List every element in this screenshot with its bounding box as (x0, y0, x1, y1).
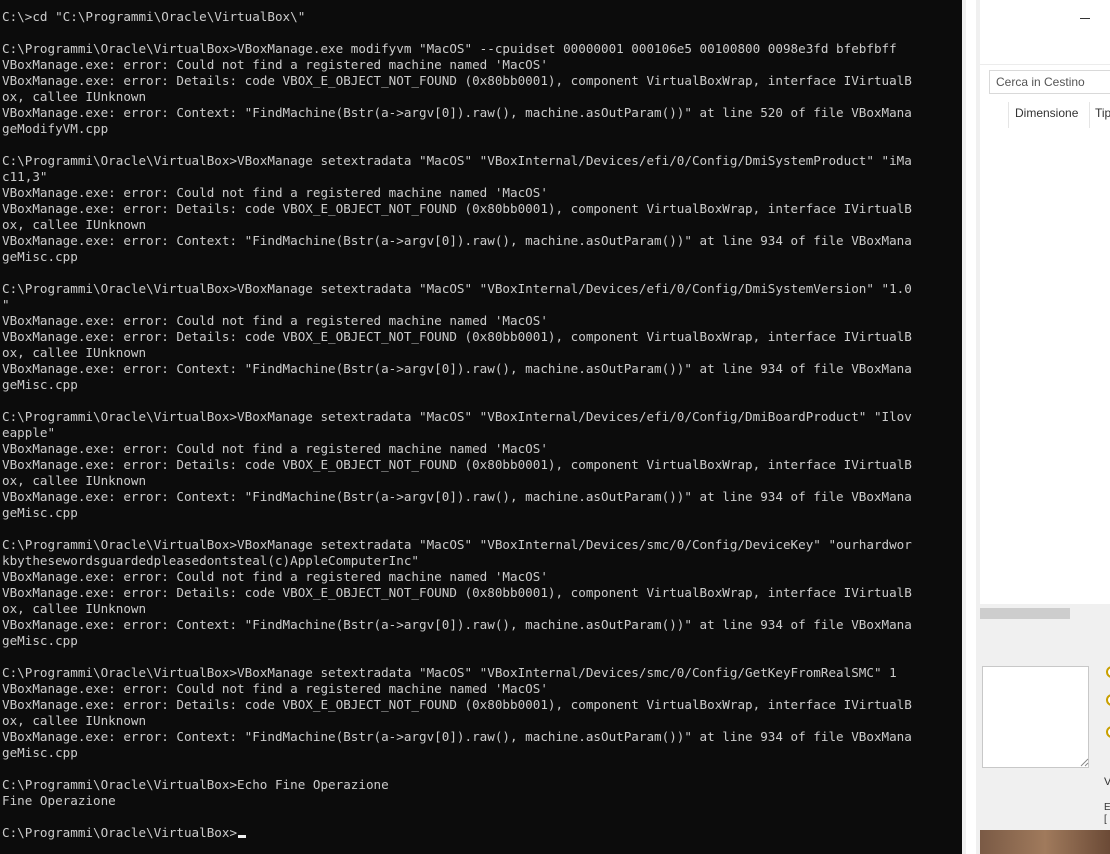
console-line: VBoxManage.exe: error: Context: "FindMac… (2, 361, 912, 376)
radio-button[interactable] (1106, 694, 1110, 706)
console-line: geMisc.cpp (2, 249, 78, 264)
console-line: VBoxManage.exe: error: Details: code VBO… (2, 329, 912, 344)
console-line: C:\>cd "C:\Programmi\Oracle\VirtualBox\" (2, 9, 306, 24)
console-line: VBoxManage.exe: error: Could not find a … (2, 569, 548, 584)
console-line: geMisc.cpp (2, 377, 78, 392)
console-line: VBoxManage.exe: error: Context: "FindMac… (2, 729, 912, 744)
console-line: VBoxManage.exe: error: Details: code VBO… (2, 201, 912, 216)
console-line: ox, callee IUnknown (2, 345, 147, 360)
console-line: geMisc.cpp (2, 745, 78, 760)
panel-label: V (1104, 776, 1110, 788)
status-bar (980, 621, 1110, 662)
console-line: VBoxManage.exe: error: Details: code VBO… (2, 457, 912, 472)
console-line: c11,3" (2, 169, 48, 184)
radio-button[interactable] (1106, 726, 1110, 738)
horizontal-scrollbar-thumb[interactable] (980, 608, 1070, 619)
console-line: VBoxManage.exe: error: Could not find a … (2, 681, 548, 696)
console-line: VBoxManage.exe: error: Details: code VBO… (2, 585, 912, 600)
console-line: VBoxManage.exe: error: Details: code VBO… (2, 73, 912, 88)
text-area[interactable] (982, 666, 1089, 768)
console-line: C:\Programmi\Oracle\VirtualBox>VBoxManag… (2, 41, 897, 56)
column-header-size[interactable]: Dimensione (1015, 106, 1078, 120)
dialog-panel: V E [ (980, 662, 1110, 830)
column-divider[interactable] (1089, 102, 1090, 128)
column-divider[interactable] (1008, 102, 1009, 128)
command-prompt-window[interactable]: C:\>cd "C:\Programmi\Oracle\VirtualBox\"… (0, 0, 962, 854)
console-line: ox, callee IUnknown (2, 217, 147, 232)
console-line: ox, callee IUnknown (2, 473, 147, 488)
column-header-row: Dimensione Tipo (980, 100, 1110, 128)
console-line: C:\Programmi\Oracle\VirtualBox>VBoxManag… (2, 537, 912, 552)
console-line: kbythesewordsguardedpleasedontsteal(c)Ap… (2, 553, 420, 568)
console-line: geMisc.cpp (2, 505, 78, 520)
file-explorer-window: Cerca in Cestino Dimensione Tipo (980, 0, 1110, 662)
console-line: VBoxManage.exe: error: Could not find a … (2, 57, 548, 72)
search-input[interactable]: Cerca in Cestino (989, 70, 1110, 94)
minimize-icon[interactable] (1080, 18, 1090, 19)
explorer-titlebar (980, 0, 1110, 65)
radio-button[interactable] (1106, 666, 1110, 678)
file-list[interactable] (980, 128, 1110, 604)
console-output: C:\>cd "C:\Programmi\Oracle\VirtualBox\"… (2, 9, 912, 841)
console-line: VBoxManage.exe: error: Context: "FindMac… (2, 489, 912, 504)
console-line: geMisc.cpp (2, 633, 78, 648)
console-line: eapple" (2, 425, 56, 440)
column-header-type[interactable]: Tipo (1095, 106, 1110, 120)
console-line: Fine Operazione (2, 793, 116, 808)
console-line: C:\Programmi\Oracle\VirtualBox>Echo Fine… (2, 777, 389, 792)
console-line: VBoxManage.exe: error: Context: "FindMac… (2, 105, 912, 120)
console-line: VBoxManage.exe: error: Details: code VBO… (2, 697, 912, 712)
console-line: ox, callee IUnknown (2, 89, 147, 104)
background-window: V E [ (980, 662, 1110, 854)
console-line: ox, callee IUnknown (2, 601, 147, 616)
console-line: VBoxManage.exe: error: Could not find a … (2, 185, 548, 200)
panel-label: E (1104, 802, 1110, 813)
console-line: geModifyVM.cpp (2, 121, 109, 136)
console-line: C:\Programmi\Oracle\VirtualBox>VBoxManag… (2, 153, 912, 168)
console-line: C:\Programmi\Oracle\VirtualBox> (2, 825, 912, 841)
text-cursor (238, 835, 247, 838)
scrollbar-thumb[interactable] (966, 0, 976, 854)
console-line: C:\Programmi\Oracle\VirtualBox>VBoxManag… (2, 281, 912, 296)
desktop-wallpaper (980, 830, 1110, 854)
console-line: C:\Programmi\Oracle\VirtualBox>VBoxManag… (2, 409, 912, 424)
console-line: VBoxManage.exe: error: Could not find a … (2, 313, 548, 328)
console-line: " (2, 297, 10, 312)
resize-grip-icon[interactable] (1079, 757, 1089, 767)
horizontal-scrollbar[interactable] (980, 604, 1110, 621)
console-line: C:\Programmi\Oracle\VirtualBox>VBoxManag… (2, 665, 897, 680)
console-line: ox, callee IUnknown (2, 713, 147, 728)
console-line: VBoxManage.exe: error: Context: "FindMac… (2, 617, 912, 632)
console-line: VBoxManage.exe: error: Context: "FindMac… (2, 233, 912, 248)
panel-label: [ (1104, 814, 1107, 825)
console-line: VBoxManage.exe: error: Could not find a … (2, 441, 548, 456)
